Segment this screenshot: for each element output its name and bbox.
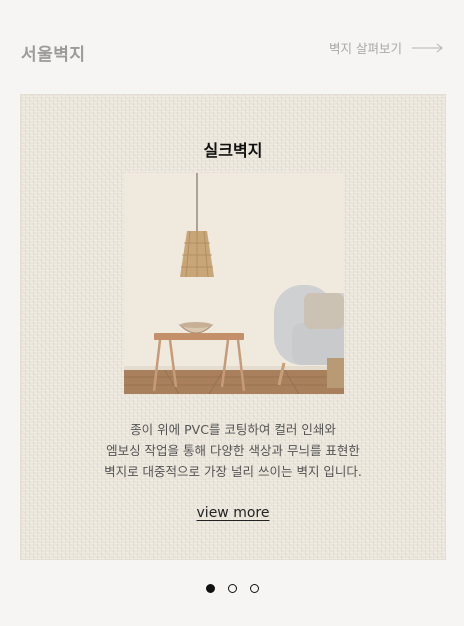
view-more-link[interactable]: view more (197, 505, 270, 521)
description-line: 벽지로 대중적으로 가장 널리 쓰이는 벽지 입니다. (104, 464, 362, 479)
description-line: 종이 위에 PVC를 코팅하여 컬러 인쇄와 (130, 422, 336, 437)
browse-wallpaper-label: 벽지 살펴보기 (329, 41, 402, 56)
brand-logo[interactable]: 서울벽지 (21, 40, 86, 65)
product-photo (124, 173, 344, 394)
browse-wallpaper-link[interactable]: 벽지 살펴보기 (329, 38, 444, 57)
carousel-dot-1[interactable] (205, 584, 215, 593)
description-line: 엠보싱 작업을 통해 다양한 색상과 무늬를 표현한 (106, 443, 360, 458)
carousel-dot-2[interactable] (227, 584, 237, 593)
carousel-pagination (0, 584, 464, 593)
card-title: 실크벽지 (203, 141, 263, 160)
product-card: 실크벽지 종이 위에 PVC를 코팅하여 컬러 인쇄와 엠보싱 작업을 통해 다… (20, 94, 446, 560)
product-description: 종이 위에 PVC를 코팅하여 컬러 인쇄와 엠보싱 작업을 통해 다양한 색상… (21, 419, 445, 482)
carousel-dot-3[interactable] (249, 584, 259, 593)
arrow-right-icon (412, 43, 443, 52)
